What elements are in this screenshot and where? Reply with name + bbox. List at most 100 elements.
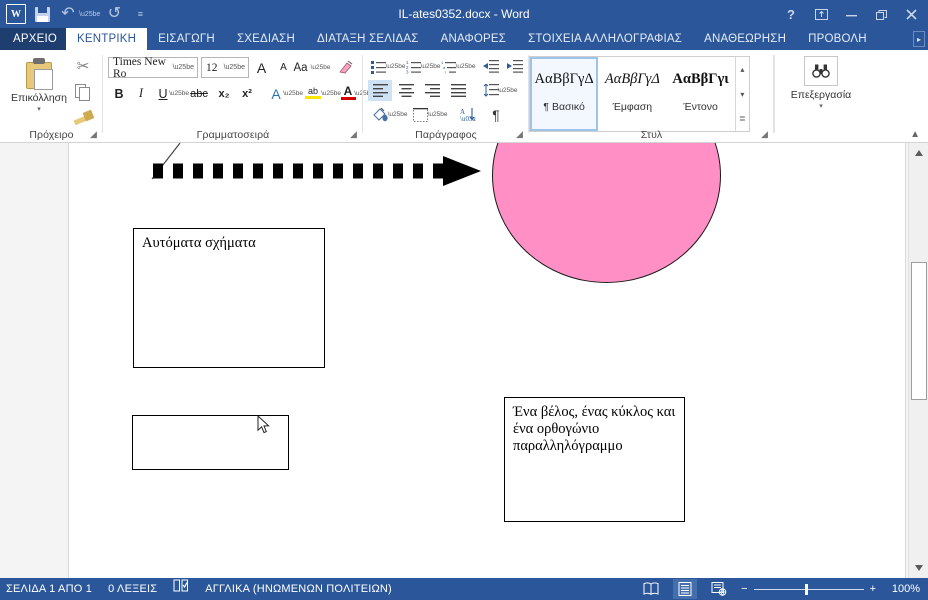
ribbon-group-styles: ΑαΒβΓγΔ ¶ Βασικό ΑαΒβΓγΔ Έμφαση ΑαΒβΓγι … xyxy=(529,50,774,143)
vertical-scrollbar[interactable] xyxy=(908,143,928,578)
shrink-font-icon: A xyxy=(280,62,287,73)
text-effects-dropdown[interactable]: \u25be xyxy=(283,83,303,104)
line-spacing-dropdown[interactable]: \u25be xyxy=(498,80,518,101)
paragraph-dialog-launcher[interactable]: ◢ xyxy=(514,129,525,140)
text-effects-icon: A xyxy=(271,85,281,102)
minimize-icon xyxy=(845,14,857,16)
editing-button[interactable]: Επεξεργασία ▾ xyxy=(790,56,852,110)
italic-button[interactable]: I xyxy=(131,83,151,104)
subscript-button[interactable]: x₂ xyxy=(213,83,235,104)
justify-button[interactable] xyxy=(446,80,470,101)
page-indicator[interactable]: ΣΕΛΙΔΑ 1 ΑΠΟ 1 xyxy=(6,578,92,600)
textbox-autoshapes-text: Αυτόματα σχήματα xyxy=(142,235,256,251)
grow-font-button[interactable]: A xyxy=(251,57,272,78)
textbox-description[interactable]: Ένα βέλος, ένας κύκλος και ένα ορθογώνιο… xyxy=(504,397,685,522)
copy-button[interactable] xyxy=(72,81,94,103)
zoom-thumb[interactable] xyxy=(804,583,808,595)
tab-mailings[interactable]: ΣΤΟΙΧΕΙΑ ΑΛΛΗΛΟΓΡΑΦΙΑΣ xyxy=(517,28,693,50)
style-item-emphasis[interactable]: ΑαΒβΓγΔ Έμφαση xyxy=(598,57,666,131)
format-painter-button[interactable] xyxy=(72,106,95,128)
svg-text:3: 3 xyxy=(406,69,409,74)
document-area[interactable]: Αυτόματα σχήματα Ένα βέλος, ένας κύκλος … xyxy=(0,143,928,578)
increase-indent-button[interactable] xyxy=(504,56,526,77)
tab-page-layout[interactable]: ΔΙΑΤΑΞΗ ΣΕΛΙΔΑΣ xyxy=(306,28,430,50)
styles-scroll-up-button[interactable]: ▴ xyxy=(736,57,749,82)
styles-gallery: ΑαΒβΓγΔ ¶ Βασικό ΑαΒβΓγΔ Έμφαση ΑαΒβΓγι … xyxy=(529,56,750,132)
numbered-list-dropdown[interactable]: \u25be xyxy=(421,56,441,77)
tab-overflow-icon[interactable]: ▸ xyxy=(913,31,925,47)
help-button[interactable]: ? xyxy=(776,1,806,27)
align-left-button[interactable] xyxy=(368,80,392,101)
highlight-dropdown[interactable]: \u25be xyxy=(321,83,341,104)
tab-references[interactable]: ΑΝΑΦΟΡΕΣ xyxy=(430,28,518,50)
shrink-font-button[interactable]: A xyxy=(273,57,294,78)
paste-dropdown-icon[interactable]: ▾ xyxy=(8,105,70,113)
font-name-combo[interactable]: Times New Ro \u25be xyxy=(108,56,198,80)
align-center-icon xyxy=(398,84,414,97)
shape-dashed-arrow[interactable] xyxy=(151,153,491,189)
clipboard-dialog-launcher[interactable]: ◢ xyxy=(88,129,99,140)
window-buttons: ? xyxy=(776,0,926,28)
chevron-down-icon: \u25be xyxy=(223,64,245,71)
scrollbar-thumb[interactable] xyxy=(911,262,927,400)
tab-review[interactable]: ΑΝΑΘΕΩΡΗΣΗ xyxy=(693,28,797,50)
proofing-status-button[interactable] xyxy=(173,578,189,600)
shape-pink-circle[interactable] xyxy=(492,143,721,283)
align-right-button[interactable] xyxy=(420,80,444,101)
bold-button[interactable]: B xyxy=(109,83,129,104)
tab-file[interactable]: ΑΡΧΕΙΟ xyxy=(0,28,71,50)
font-dialog-launcher[interactable]: ◢ xyxy=(348,129,359,140)
sort-button[interactable]: A \u03a9 xyxy=(455,104,479,125)
shading-dropdown[interactable]: \u25be xyxy=(388,104,408,125)
style-preview: ΑαΒβΓγΔ xyxy=(534,71,594,87)
change-case-button[interactable]: Aa \u25be xyxy=(294,57,331,78)
subscript-icon: x₂ xyxy=(218,87,230,100)
document-page[interactable]: Αυτόματα σχήματα Ένα βέλος, ένας κύκλος … xyxy=(68,143,906,578)
collapse-ribbon-button[interactable]: ▲ xyxy=(910,129,920,140)
textbox-autoshapes[interactable]: Αυτόματα σχήματα xyxy=(133,228,325,368)
zoom-slider[interactable]: − + xyxy=(741,583,876,595)
close-button[interactable] xyxy=(896,1,926,27)
zoom-in-button[interactable]: + xyxy=(870,583,876,595)
underline-dropdown[interactable]: \u25be xyxy=(169,83,189,104)
align-right-icon xyxy=(424,84,440,97)
scroll-down-button[interactable] xyxy=(910,559,928,577)
tab-home[interactable]: ΚΕΝΤΡΙΚΗ xyxy=(66,28,148,50)
word-count[interactable]: 0 ΛΕΞΕΙΣ xyxy=(108,578,157,600)
editing-dropdown-icon[interactable]: ▾ xyxy=(790,102,852,110)
minimize-button[interactable] xyxy=(836,1,866,27)
styles-dialog-launcher[interactable]: ◢ xyxy=(759,129,770,140)
decrease-indent-button[interactable] xyxy=(480,56,502,77)
view-read-mode-button[interactable] xyxy=(639,579,663,599)
font-size-combo[interactable]: 12 \u25be xyxy=(201,57,249,78)
ribbon-group-clipboard: Επικόλληση ▾ ✂ Πρόχειρο ◢ xyxy=(0,50,103,143)
multilevel-list-dropdown[interactable]: \u25be xyxy=(456,56,476,77)
restore-button[interactable] xyxy=(866,1,896,27)
justify-icon xyxy=(450,84,466,97)
cut-button[interactable]: ✂ xyxy=(72,56,94,78)
tab-insert[interactable]: ΕΙΣΑΓΩΓΗ xyxy=(147,28,226,50)
zoom-level[interactable]: 100% xyxy=(886,583,920,595)
bullet-list-dropdown[interactable]: \u25be xyxy=(386,56,406,77)
clear-formatting-button[interactable] xyxy=(335,57,357,78)
paste-button[interactable]: Επικόλληση ▾ xyxy=(8,54,70,128)
style-item-strong[interactable]: ΑαΒβΓγι Έντονο xyxy=(667,57,735,131)
styles-more-button[interactable]: ≣ xyxy=(736,106,749,131)
zoom-track[interactable] xyxy=(753,583,864,595)
align-center-button[interactable] xyxy=(394,80,418,101)
borders-dropdown[interactable]: \u25be xyxy=(428,104,448,125)
zoom-out-button[interactable]: − xyxy=(741,583,747,595)
superscript-button[interactable]: x² xyxy=(236,83,258,104)
language-indicator[interactable]: ΑΓΓΛΙΚΑ (ΗΝΩΜΕΝΩΝ ΠΟΛΙΤΕΙΩΝ) xyxy=(205,578,392,600)
tab-design[interactable]: ΣΧΕΔΙΑΣΗ xyxy=(226,28,306,50)
strikethrough-button[interactable]: abc xyxy=(187,83,211,104)
show-formatting-marks-button[interactable]: ¶ xyxy=(485,104,507,125)
grow-font-icon: A xyxy=(256,59,267,76)
tab-view[interactable]: ΠΡΟΒΟΛΗ xyxy=(797,28,878,50)
styles-scroll-down-button[interactable]: ▾ xyxy=(736,82,749,107)
style-item-normal[interactable]: ΑαΒβΓγΔ ¶ Βασικό xyxy=(530,57,599,131)
view-web-layout-button[interactable] xyxy=(707,579,731,599)
view-print-layout-button[interactable] xyxy=(673,579,698,599)
scroll-up-button[interactable] xyxy=(910,144,928,162)
ribbon-display-options-button[interactable] xyxy=(806,1,836,27)
